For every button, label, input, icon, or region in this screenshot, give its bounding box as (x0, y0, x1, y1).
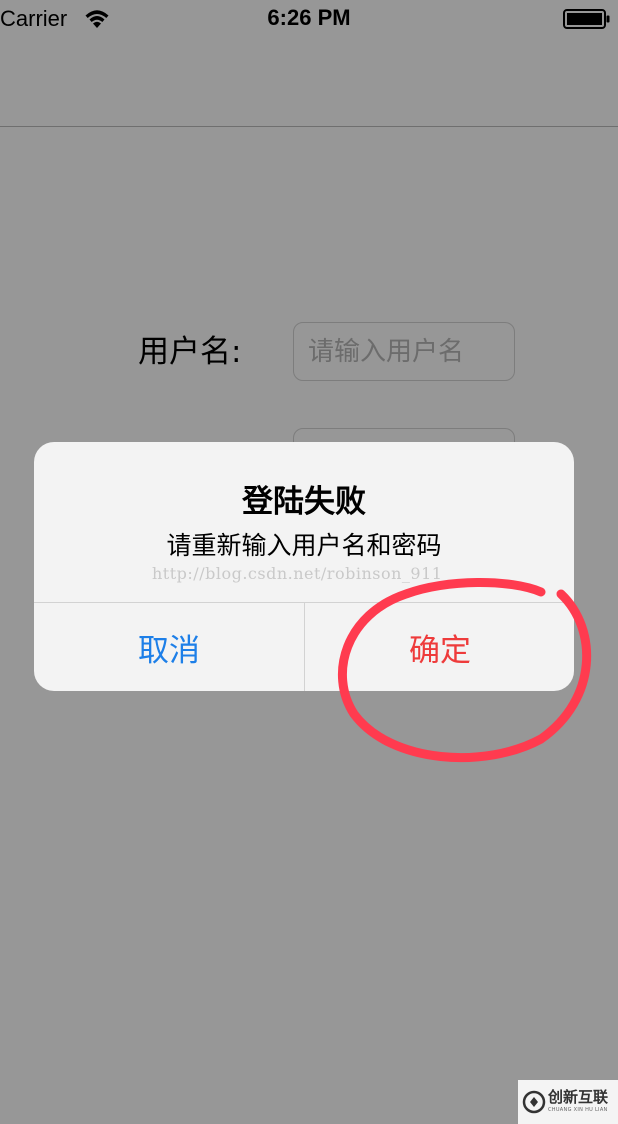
logo-subtext: CHUANG XIN HU LIAN (548, 1107, 608, 1113)
username-input[interactable] (293, 322, 515, 381)
logo-icon (522, 1090, 546, 1114)
battery-icon (563, 9, 610, 29)
cancel-button[interactable]: 取消 (34, 603, 304, 691)
confirm-button[interactable]: 确定 (305, 603, 574, 691)
watermark-text: http://blog.csdn.net/robinson_911 (152, 564, 443, 583)
alert-dialog: 登陆失败 请重新输入用户名和密码 http://blog.csdn.net/ro… (34, 442, 574, 691)
status-bar: Carrier 6:26 PM (0, 0, 618, 38)
username-label: 用户名: (138, 334, 242, 370)
brand-logo: 创新互联 CHUANG XIN HU LIAN (518, 1080, 618, 1124)
logo-text: 创新互联 (548, 1088, 609, 1106)
status-time: 6:26 PM (267, 5, 351, 30)
alert-message: 请重新输入用户名和密码 (166, 531, 442, 560)
alert-title: 登陆失败 (242, 484, 366, 520)
nav-bar-divider (0, 126, 618, 127)
